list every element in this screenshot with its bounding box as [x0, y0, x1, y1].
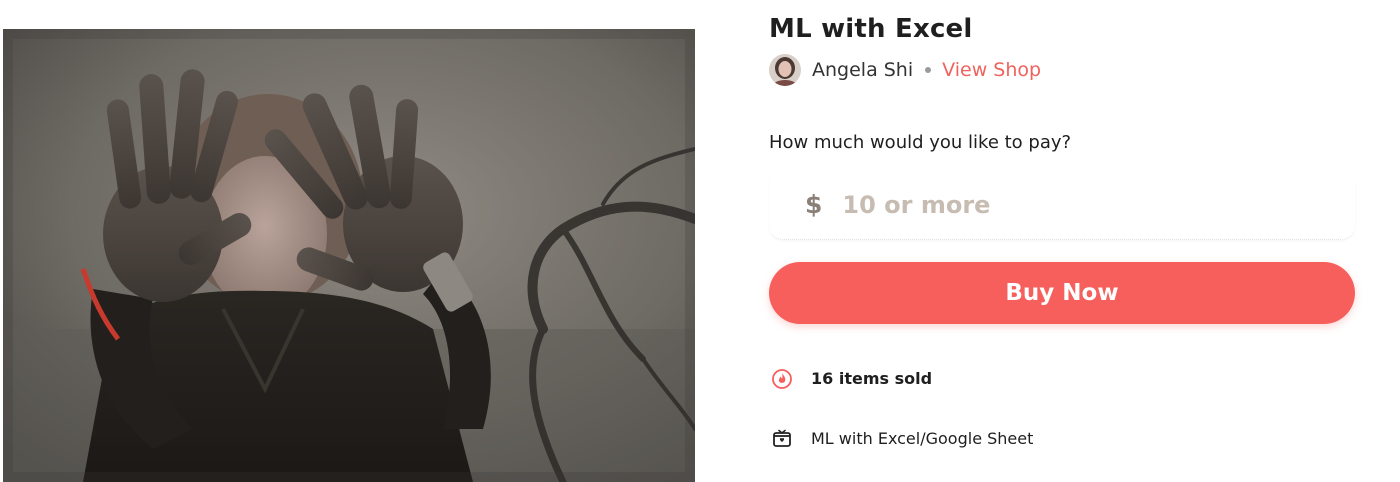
items-sold-text: 16 items sold — [811, 368, 933, 388]
creator-row: Angela Shi View Shop — [769, 54, 1041, 86]
avatar-icon — [769, 54, 801, 86]
product-page: ML with Excel Angela Shi View Shop How m… — [0, 0, 1400, 482]
package-icon — [771, 427, 793, 449]
file-info-text: ML with Excel/Google Sheet — [811, 428, 1034, 448]
price-field[interactable]: $ — [769, 170, 1355, 240]
price-input[interactable] — [840, 189, 1265, 220]
view-shop-link[interactable]: View Shop — [942, 59, 1041, 81]
product-photo-hands-raised — [3, 29, 695, 482]
product-image — [3, 29, 695, 482]
pay-question-label: How much would you like to pay? — [769, 132, 1072, 153]
creator-avatar[interactable] — [769, 54, 801, 86]
file-info-row: ML with Excel/Google Sheet — [771, 427, 1033, 449]
flame-icon — [771, 367, 793, 389]
separator-dot — [925, 67, 932, 73]
currency-symbol: $ — [805, 190, 823, 219]
product-title: ML with Excel — [769, 14, 973, 44]
items-sold-row: 16 items sold — [771, 367, 932, 389]
creator-name[interactable]: Angela Shi — [812, 59, 913, 81]
buy-now-button[interactable]: Buy Now — [769, 262, 1355, 324]
